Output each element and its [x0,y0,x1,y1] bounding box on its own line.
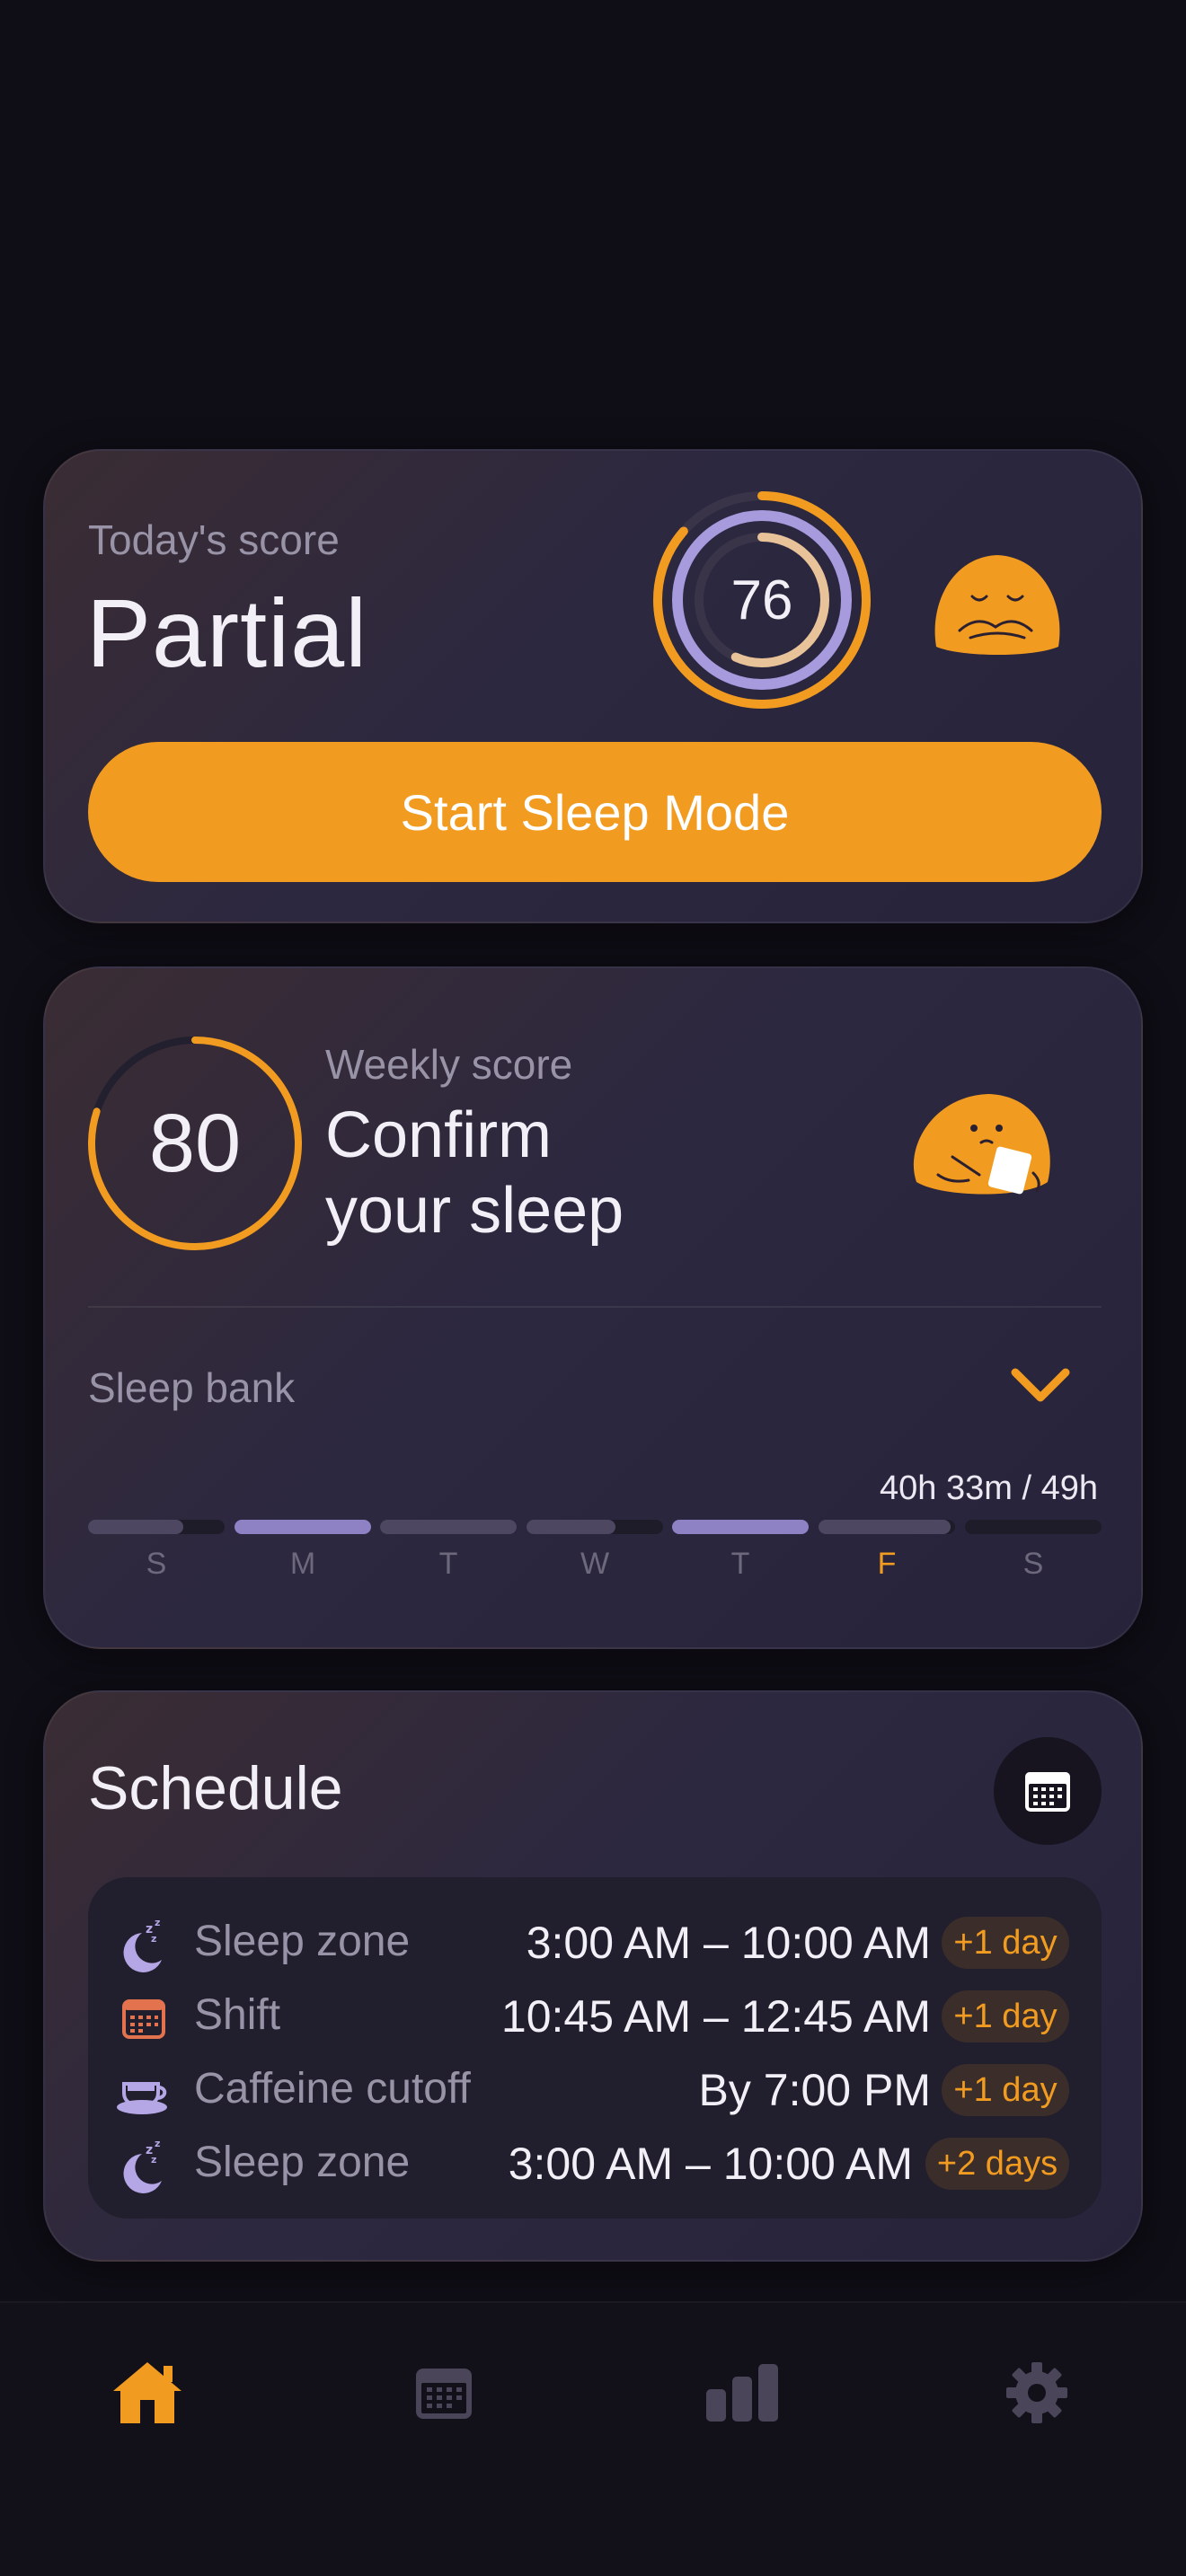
today-score-card: Today's score Partial 76 Start Sleep Mod… [43,449,1143,923]
sleep-bank-track [527,1520,663,1534]
weekly-score-label: Weekly score [325,1041,573,1088]
sleep-zone-icon: z z z [115,1915,173,1972]
today-score-label: Today's score [88,516,340,563]
schedule-calendar-button[interactable] [994,1737,1102,1845]
nav-settings[interactable] [994,2350,1080,2436]
schedule-item-name: Sleep zone [194,1918,411,1965]
writing-mascot-icon [898,1074,1078,1209]
sleep-bank-track [88,1520,225,1534]
coffee-cup-icon [115,2062,173,2120]
weekly-status-line-2: your sleep [325,1175,624,1247]
sleep-bank-bars: SMTWTFS [88,1520,1102,1610]
schedule-title: Schedule [88,1754,343,1822]
today-score-status: Partial [86,578,368,687]
schedule-row[interactable]: Shift 10:45 AM – 12:45 AM +1 day [88,1980,1102,2048]
sleep-bank-fill [235,1520,371,1534]
calendar-icon [416,2369,472,2419]
sleep-bank-fill [527,1520,615,1534]
schedule-list: z z z Sleep zone 3:00 AM – 10:00 AM +1 d… [88,1877,1102,2219]
sleep-bank-day-letter: S [146,1547,167,1581]
sleep-bank-fill [380,1520,517,1534]
schedule-card: Schedule z z z Sleep zone 3:00 AM – 10:0… [43,1690,1143,2262]
schedule-item-time: 3:00 AM – 10:00 AM [526,1918,931,1968]
sleep-bank-label: Sleep bank [88,1364,296,1411]
schedule-item-time: 3:00 AM – 10:00 AM [508,2139,913,2189]
sleep-bank-total: 40h 33m / 49h [880,1469,1098,1507]
sleep-bank-fill [819,1520,951,1534]
sleep-bank-track [672,1520,809,1534]
schedule-row[interactable]: Caffeine cutoff By 7:00 PM +1 day [88,2053,1102,2122]
calendar-icon [1025,1772,1070,1812]
bottom-nav [0,2301,1186,2576]
sleep-bank-day-letter: S [1022,1547,1044,1581]
sleep-bank-track [380,1520,517,1534]
sleeping-mascot-icon [925,541,1069,666]
weekly-score-value: 80 [148,1097,242,1189]
schedule-row[interactable]: z z z Sleep zone 3:00 AM – 10:00 AM +2 d… [88,2127,1102,2195]
nav-calendar[interactable] [401,2350,487,2436]
sleep-bank-fill [88,1520,183,1534]
sleep-bank-fill [672,1520,809,1534]
svg-text:z: z [151,2154,156,2166]
schedule-item-name: Shift [194,1991,281,2039]
sleep-bank-day-letter: F [877,1547,897,1581]
chevron-down-icon[interactable] [1006,1360,1075,1414]
schedule-item-time: 10:45 AM – 12:45 AM [500,1991,931,2042]
today-score-value: 76 [730,569,793,631]
sleep-bank-track [819,1520,955,1534]
sleep-zone-icon: z z z [115,2136,173,2193]
schedule-item-badge: +1 day [942,2064,1069,2116]
weekly-status-line-1: Confirm [325,1099,553,1171]
sleep-bank-day-letter: T [730,1547,750,1581]
svg-text:z: z [151,1933,156,1945]
shift-calendar-icon [115,1989,173,2046]
home-icon [113,2362,181,2423]
svg-text:z: z [155,2138,160,2149]
nav-home[interactable] [104,2350,190,2436]
sleep-bank-day-letter: M [289,1547,316,1581]
schedule-item-name: Sleep zone [194,2139,411,2186]
sleep-bank-day-letter: T [438,1547,458,1581]
sleep-bank-track [965,1520,1102,1534]
schedule-item-badge: +1 day [942,1917,1069,1969]
weekly-score-status: Confirm your sleep [325,1098,792,1248]
sleep-bank-day-letter: W [580,1547,610,1581]
weekly-divider [88,1306,1102,1308]
schedule-item-time: By 7:00 PM [698,2065,931,2115]
weekly-score-card: 80 Weekly score Confirm your sleep Sleep… [43,966,1143,1649]
nav-stats[interactable] [699,2350,785,2436]
stats-icon [706,2364,778,2422]
settings-icon [1006,2362,1067,2423]
start-sleep-mode-button[interactable]: Start Sleep Mode [88,742,1102,882]
schedule-row[interactable]: z z z Sleep zone 3:00 AM – 10:00 AM +1 d… [88,1906,1102,1974]
sleep-bank-track [235,1520,371,1534]
svg-text:z: z [155,1917,160,1928]
weekly-score-ring: 80 [83,1031,307,1256]
today-score-ring: 76 [649,487,875,713]
schedule-item-name: Caffeine cutoff [194,2065,471,2113]
schedule-item-badge: +1 day [942,1990,1069,2042]
schedule-item-badge: +2 days [925,2138,1069,2190]
